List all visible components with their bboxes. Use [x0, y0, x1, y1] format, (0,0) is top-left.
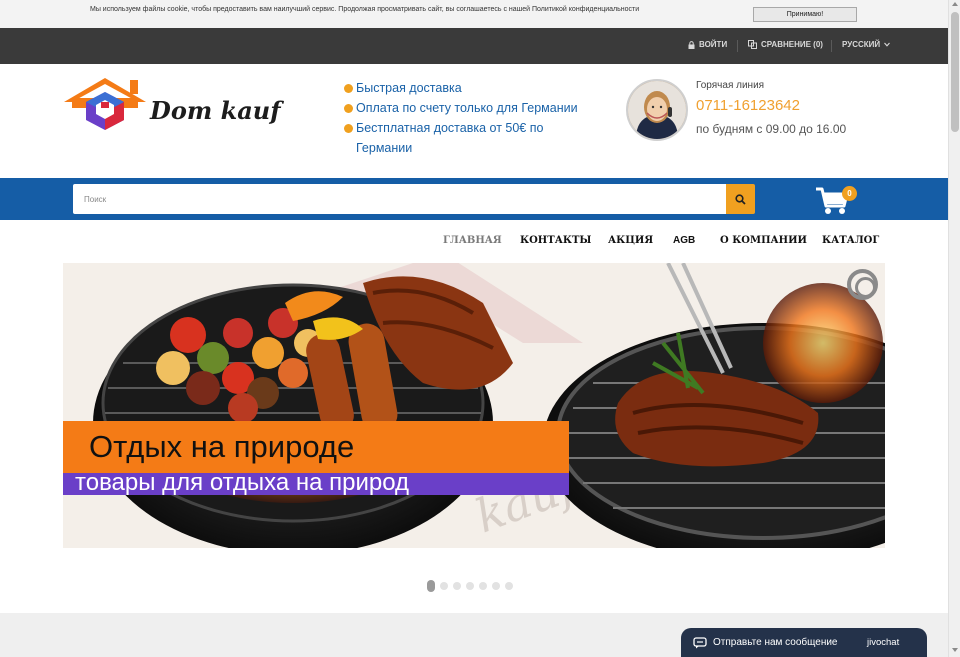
- search-input[interactable]: [73, 184, 726, 214]
- slider-pagination: [427, 580, 513, 592]
- top-bar: ВОЙТИ СРАВНЕНИЕ (0) РУССКИЙ: [0, 28, 948, 64]
- nav-item-home[interactable]: ГЛАВНАЯ: [443, 235, 502, 246]
- banner-title: Отдых на природе: [89, 429, 355, 464]
- login-label: ВОЙТИ: [699, 40, 728, 49]
- slider-toggle-icon[interactable]: [847, 269, 878, 300]
- cart-button[interactable]: 0: [814, 184, 858, 216]
- feature-item: Бестплатная доставка от 50€ по Германии: [344, 118, 594, 158]
- search-button[interactable]: [726, 184, 755, 214]
- search-icon: [735, 193, 746, 205]
- nav-item-about[interactable]: О КОМПАНИИ: [720, 235, 807, 246]
- compare-link[interactable]: СРАВНЕНИЕ (0): [748, 40, 823, 49]
- feature-item: Оплата по счету только для Германии: [344, 98, 594, 118]
- top-divider: [831, 40, 832, 52]
- slider-dot[interactable]: [479, 582, 487, 590]
- language-label: РУССКИЙ: [842, 40, 881, 49]
- lock-icon: [688, 40, 695, 49]
- feature-text: Быстрая доставка: [356, 81, 462, 95]
- scroll-thumb[interactable]: [951, 12, 959, 132]
- slider-dot[interactable]: [492, 582, 500, 590]
- slider-dot[interactable]: [505, 582, 513, 590]
- logo-house-icon: [64, 78, 146, 130]
- chat-brand: jivochat: [867, 637, 900, 648]
- cookie-bar: Мы используем файлы cookie, чтобы предос…: [0, 0, 948, 28]
- scroll-up-arrow-icon[interactable]: [952, 2, 958, 6]
- main-nav: ГЛАВНАЯ КОНТАКТЫ АКЦИЯ AGB О КОМПАНИИ КА…: [0, 220, 948, 262]
- nav-item-promo[interactable]: АКЦИЯ: [608, 235, 653, 246]
- scroll-down-arrow-icon[interactable]: [952, 648, 958, 652]
- compare-icon: [748, 40, 757, 49]
- bullet-icon: [344, 84, 353, 93]
- chat-widget[interactable]: Отправьте нам сообщение jivochat: [681, 628, 927, 657]
- login-link[interactable]: ВОЙТИ: [688, 40, 727, 49]
- banner-subtitle: товары для отдыха на природ: [75, 469, 410, 496]
- cookie-accept-button[interactable]: Принимаю!: [753, 7, 857, 22]
- top-divider: [737, 40, 738, 52]
- logo[interactable]: Dom kauf: [62, 76, 324, 132]
- chat-icon: [693, 636, 707, 648]
- nav-item-agb[interactable]: AGB: [673, 235, 695, 246]
- chat-label: Отправьте нам сообщение: [713, 637, 838, 648]
- header: Dom kauf Быстрая доставка Оплата по счет…: [0, 64, 948, 178]
- hotline-label: Горячая линия: [696, 80, 765, 91]
- slider-dot[interactable]: [466, 582, 474, 590]
- feature-text: Бестплатная доставка от 50€ по Германии: [356, 121, 544, 155]
- logo-text: Dom kauf: [150, 96, 281, 125]
- hotline-avatar: [626, 79, 688, 141]
- language-selector[interactable]: РУССКИЙ: [842, 40, 891, 49]
- nav-item-catalog[interactable]: КАТАЛОГ: [822, 235, 879, 246]
- cookie-text: Мы используем файлы cookie, чтобы предос…: [90, 6, 640, 13]
- hotline-phone[interactable]: 0711-16123642: [696, 97, 800, 114]
- page-scrollbar[interactable]: [948, 0, 960, 657]
- slider-dot[interactable]: [427, 580, 435, 592]
- feature-text: Оплата по счету только для Германии: [356, 101, 578, 115]
- slider-dot[interactable]: [440, 582, 448, 590]
- features-list: Быстрая доставка Оплата по счету только …: [344, 78, 594, 158]
- page: Мы используем файлы cookie, чтобы предос…: [0, 0, 960, 657]
- hero-banner[interactable]: kauf Отдых на природе товары для отдыха …: [63, 263, 885, 548]
- feature-item: Быстрая доставка: [344, 78, 594, 98]
- compare-label: СРАВНЕНИЕ (0): [761, 40, 823, 49]
- slider-dot[interactable]: [453, 582, 461, 590]
- chevron-down-icon: [884, 42, 891, 47]
- bullet-icon: [344, 104, 353, 113]
- bullet-icon: [344, 124, 353, 133]
- nav-item-contacts[interactable]: КОНТАКТЫ: [520, 235, 591, 246]
- search-bar: 0: [0, 178, 948, 220]
- hotline-hours: по будням с 09.00 до 16.00: [696, 122, 847, 136]
- cart-count-badge: 0: [842, 186, 857, 201]
- banner-image: kauf: [63, 263, 885, 548]
